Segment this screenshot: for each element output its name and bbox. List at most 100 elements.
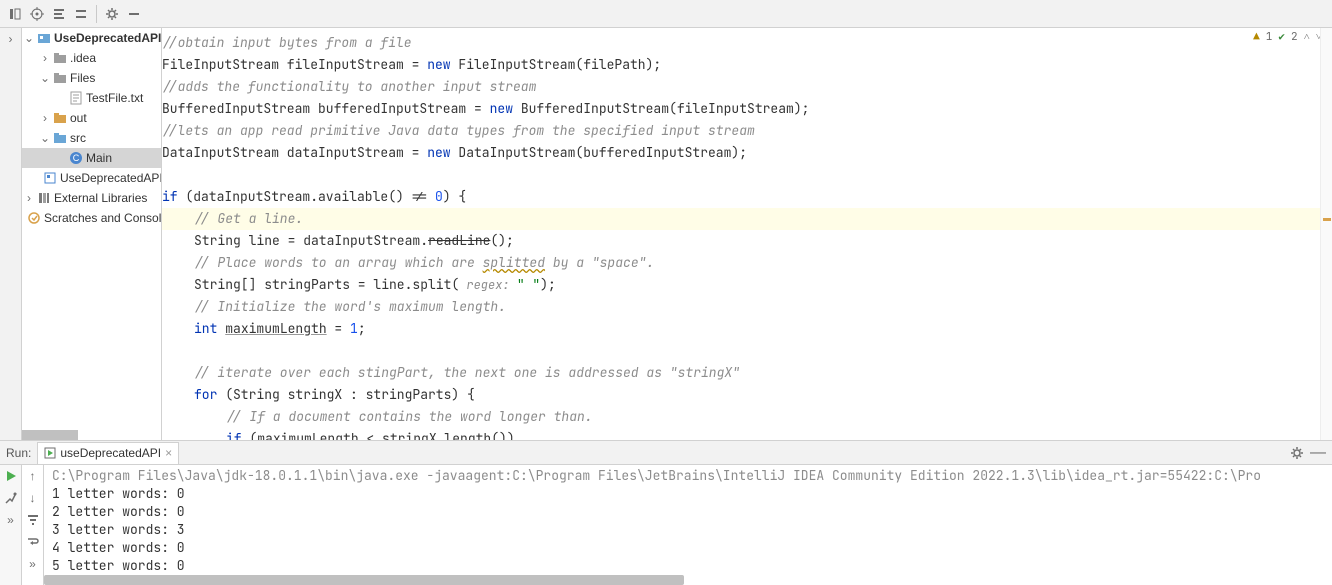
more-icon[interactable]: » bbox=[29, 557, 36, 571]
tree-testfile-label: TestFile.txt bbox=[86, 91, 143, 105]
hide-icon[interactable] bbox=[123, 3, 145, 25]
chevron-right-icon[interactable]: › bbox=[9, 32, 13, 46]
run-out-line: 4 letter words: 0 bbox=[52, 539, 1324, 557]
tree-root[interactable]: ⌄ UseDeprecatedAPI bbox=[22, 28, 161, 48]
tree-ext-label: External Libraries bbox=[54, 191, 147, 205]
down-arrow-icon[interactable]: ↓ bbox=[30, 491, 36, 505]
hide-icon[interactable]: — bbox=[1310, 444, 1326, 462]
code-text: //lets an app read primitive Java data t… bbox=[162, 122, 755, 139]
run-header: Run: useDeprecatedAPI × — bbox=[0, 441, 1332, 465]
wrap-icon[interactable] bbox=[26, 535, 40, 549]
code-comment: // Get a line. bbox=[194, 210, 303, 227]
tree-src-label: src bbox=[70, 131, 86, 145]
chevron-down-icon[interactable]: ⌄ bbox=[40, 131, 50, 145]
tree-files[interactable]: ⌄ Files bbox=[22, 68, 161, 88]
tree-out[interactable]: › out bbox=[22, 108, 161, 128]
warning-icon[interactable]: ▲ bbox=[1253, 30, 1260, 44]
tree-idea[interactable]: › .idea bbox=[22, 48, 161, 68]
inspection-badges[interactable]: ▲1 ✔2 ˄ ˅ bbox=[1253, 30, 1322, 44]
project-toolbar bbox=[0, 0, 1332, 28]
narrow-icon[interactable] bbox=[4, 3, 26, 25]
code-comment: // Place words to an array which are bbox=[194, 254, 483, 271]
gutter-warning-mark[interactable] bbox=[1323, 218, 1331, 221]
run-output[interactable]: C:\Program Files\Java\jdk-18.0.1.1\bin\j… bbox=[44, 465, 1332, 585]
code-var: maximumLength bbox=[225, 320, 326, 337]
output-scrollbar[interactable] bbox=[44, 575, 684, 585]
source-folder-icon bbox=[53, 131, 67, 145]
run-out-line: 2 letter words: 0 bbox=[52, 503, 1324, 521]
code-area[interactable]: //obtain input bytes from a file FileInp… bbox=[162, 28, 1332, 440]
close-icon[interactable]: × bbox=[165, 446, 172, 460]
code-keyword: new bbox=[427, 144, 450, 161]
settings-icon[interactable] bbox=[4, 491, 18, 505]
filter-icon[interactable] bbox=[26, 513, 40, 527]
more-icon[interactable]: » bbox=[7, 513, 14, 527]
run-panel: Run: useDeprecatedAPI × — » ↑ ↓ » C:\Pro… bbox=[0, 440, 1332, 585]
code-deprecated: readLine bbox=[428, 232, 490, 249]
code-text: = bbox=[327, 320, 350, 337]
collapse-icon[interactable] bbox=[70, 3, 92, 25]
module-file-icon bbox=[43, 171, 57, 185]
code-comment: // If a document contains the word longe… bbox=[226, 408, 593, 425]
code-text: DataInputStream dataInputStream = bbox=[162, 144, 427, 161]
toolbar-separator bbox=[96, 5, 97, 23]
rerun-icon[interactable] bbox=[4, 469, 18, 483]
project-tree: ⌄ UseDeprecatedAPI › .idea ⌄ Files TestF… bbox=[22, 28, 162, 440]
tree-out-label: out bbox=[70, 111, 87, 125]
run-out-line: 5 letter words: 0 bbox=[52, 557, 1324, 575]
chevron-right-icon[interactable]: › bbox=[40, 111, 50, 125]
tree-testfile[interactable]: TestFile.txt bbox=[22, 88, 161, 108]
tree-src[interactable]: ⌄ src bbox=[22, 128, 161, 148]
code-text: (String stringX : stringParts) { bbox=[217, 386, 474, 403]
editor-right-gutter[interactable] bbox=[1320, 28, 1332, 440]
tree-main-label: Main bbox=[86, 151, 112, 165]
flatten-icon[interactable] bbox=[48, 3, 70, 25]
check-count: 2 bbox=[1291, 30, 1298, 44]
code-text: //obtain input bytes from a file bbox=[162, 34, 412, 51]
code-text: //adds the functionality to another inpu… bbox=[162, 78, 536, 95]
code-text: (); bbox=[490, 232, 513, 249]
target-icon[interactable] bbox=[26, 3, 48, 25]
folder-icon bbox=[53, 51, 67, 65]
chevron-right-icon[interactable]: › bbox=[24, 191, 34, 205]
tree-main[interactable]: C Main bbox=[22, 148, 161, 168]
run-tab[interactable]: useDeprecatedAPI × bbox=[37, 442, 179, 464]
code-number: 1 bbox=[350, 320, 358, 337]
code-text: ) { bbox=[443, 188, 466, 205]
chevron-right-icon[interactable]: › bbox=[40, 51, 50, 65]
code-text: ( bbox=[242, 430, 258, 440]
code-text: String line = dataInputStream. bbox=[194, 232, 428, 249]
code-keyword: if bbox=[226, 430, 242, 440]
code-keyword: new bbox=[427, 56, 450, 73]
chevron-down-icon[interactable]: ⌄ bbox=[40, 71, 50, 85]
code-keyword: if bbox=[162, 188, 178, 205]
code-var: maximumLength bbox=[257, 430, 358, 440]
up-arrow-icon[interactable]: ↑ bbox=[30, 469, 36, 483]
code-param-hint: regex: bbox=[459, 277, 517, 293]
run-tab-label: useDeprecatedAPI bbox=[60, 446, 161, 460]
chevron-down-icon[interactable]: ⌄ bbox=[24, 31, 34, 45]
tree-idea-label: .idea bbox=[70, 51, 96, 65]
code-text: FileInputStream(filePath); bbox=[451, 56, 662, 73]
run-toolbar-left: » bbox=[0, 465, 22, 585]
tree-scratches[interactable]: Scratches and Console bbox=[22, 208, 161, 228]
run-body: » ↑ ↓ » C:\Program Files\Java\jdk-18.0.1… bbox=[0, 465, 1332, 585]
folder-icon bbox=[53, 71, 67, 85]
code-keyword: for bbox=[194, 386, 217, 403]
gear-icon[interactable] bbox=[1290, 446, 1304, 460]
tree-ext-libs[interactable]: › External Libraries bbox=[22, 188, 161, 208]
up-icon[interactable]: ˄ bbox=[1304, 30, 1310, 44]
code-text: BufferedInputStream bufferedInputStream … bbox=[162, 100, 490, 117]
code-keyword: int bbox=[194, 320, 217, 337]
svg-text:C: C bbox=[73, 153, 80, 163]
folder-icon bbox=[53, 111, 67, 125]
code-comment: // iterate over each stingPart, the next… bbox=[194, 364, 740, 381]
tree-iml-label: UseDeprecatedAPI bbox=[60, 171, 162, 185]
code-editor[interactable]: ▲1 ✔2 ˄ ˅ //obtain input bytes from a fi… bbox=[162, 28, 1332, 440]
tree-scrollbar[interactable] bbox=[22, 430, 78, 440]
code-text: BufferedInputStream(fileInputStream); bbox=[513, 100, 809, 117]
tree-iml[interactable]: UseDeprecatedAPI bbox=[22, 168, 161, 188]
run-label: Run: bbox=[6, 446, 31, 460]
check-icon[interactable]: ✔ bbox=[1278, 30, 1285, 44]
gear-icon[interactable] bbox=[101, 3, 123, 25]
